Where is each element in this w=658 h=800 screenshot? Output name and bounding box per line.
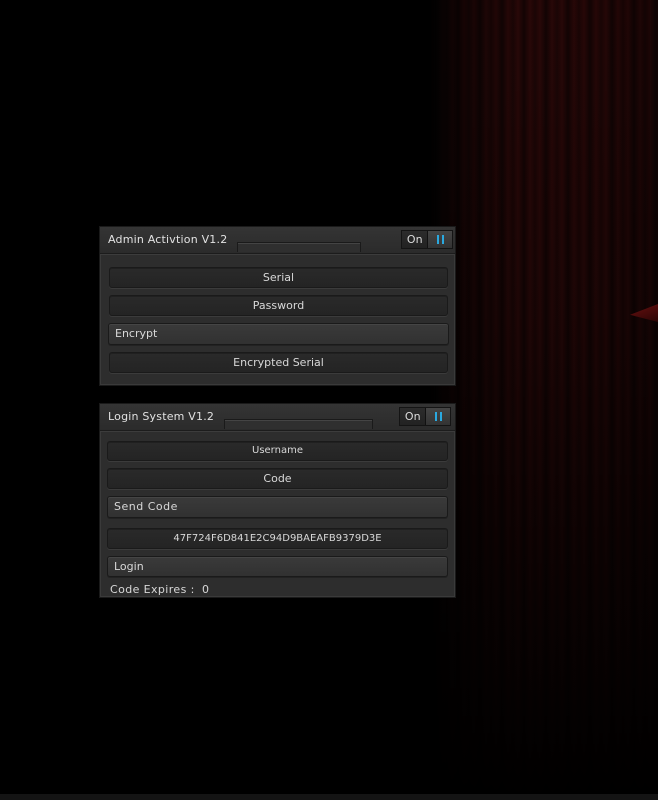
login-button[interactable]: Login [107, 556, 448, 577]
password-input[interactable]: Password [109, 295, 448, 316]
admin-toggle-label: On [402, 231, 428, 248]
code-expires-value: 0 [202, 583, 210, 596]
hash-output-field[interactable]: 47F724F6D841E2C94D9BAEAFB9379D3E [107, 528, 448, 549]
login-panel-drag-tab[interactable] [224, 419, 373, 429]
admin-activation-panel: Admin Activtion V1.2 On Serial Password … [99, 226, 456, 386]
login-panel-header[interactable]: Login System V1.2 On [100, 404, 455, 431]
desktop-background: Admin Activtion V1.2 On Serial Password … [0, 0, 658, 800]
username-input[interactable]: Username [107, 441, 448, 461]
login-toggle-label: On [400, 408, 426, 425]
admin-panel-title: Admin Activtion V1.2 [108, 233, 228, 246]
pause-bars-icon [427, 231, 452, 248]
bottom-bar [0, 794, 658, 800]
send-code-button[interactable]: Send Code [107, 496, 448, 518]
login-power-toggle[interactable]: On [399, 407, 451, 426]
login-system-panel: Login System V1.2 On Username Code Send … [99, 403, 456, 598]
login-panel-title: Login System V1.2 [108, 410, 215, 423]
admin-panel-header[interactable]: Admin Activtion V1.2 On [100, 227, 455, 254]
red-curtain-background [430, 0, 658, 800]
serial-input[interactable]: Serial [109, 267, 448, 288]
admin-panel-drag-tab[interactable] [237, 242, 361, 252]
encrypt-button[interactable]: Encrypt [108, 323, 449, 345]
code-expires-label: Code Expires : [110, 583, 195, 596]
pause-bars-icon [425, 408, 450, 425]
admin-power-toggle[interactable]: On [401, 230, 453, 249]
encrypted-serial-output[interactable]: Encrypted Serial [109, 352, 448, 373]
code-input[interactable]: Code [107, 468, 448, 489]
